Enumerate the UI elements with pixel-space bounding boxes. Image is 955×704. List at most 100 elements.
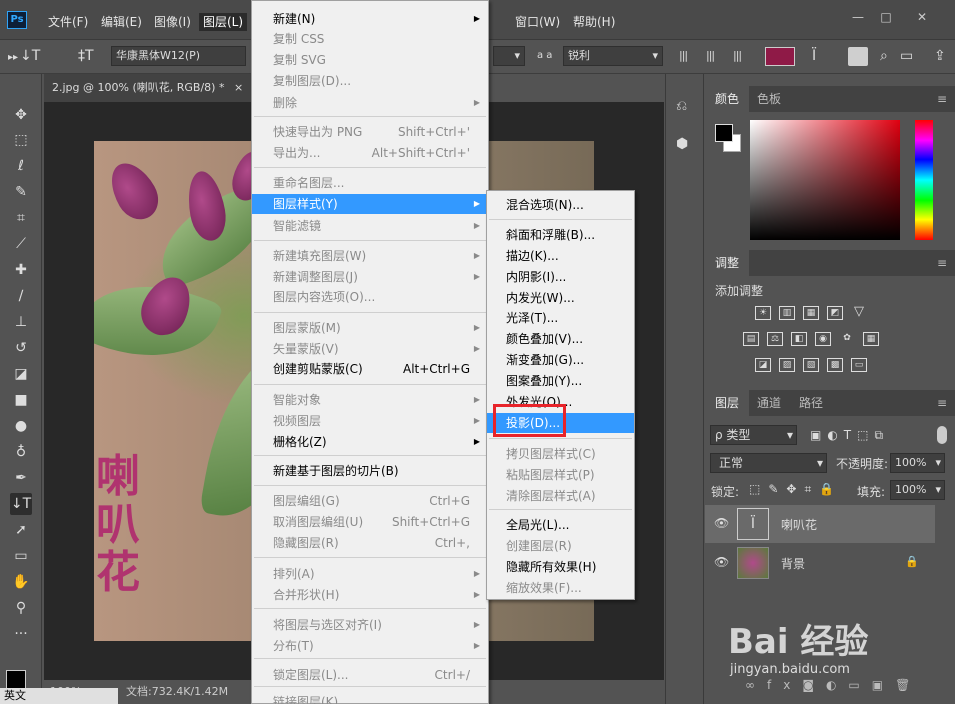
tab-color[interactable]: 颜色 (705, 86, 750, 112)
style-menu-item[interactable]: 创建图层(R) (487, 536, 634, 556)
path-select-tool-icon[interactable]: ➚ (10, 519, 32, 541)
tab-paths[interactable]: 路径 (789, 390, 833, 416)
crop-tool-icon[interactable]: ⌗ (10, 207, 32, 229)
style-menu-item[interactable]: 渐变叠加(G)... (487, 350, 634, 370)
color-lookup-icon[interactable]: ▦ (863, 332, 879, 346)
layer-menu-item[interactable]: 创建剪贴蒙版(C) Alt+Ctrl+G (252, 359, 488, 379)
style-menu-item[interactable]: 内发光(W)... (487, 288, 634, 308)
text-color-swatch[interactable] (765, 47, 795, 66)
color-spectrum[interactable] (750, 120, 900, 240)
stamp-tool-icon[interactable]: ⊥ (10, 311, 32, 333)
history-icon[interactable]: ⎌ (676, 98, 687, 114)
eye-icon[interactable]: 👁 (714, 555, 729, 569)
font-family-select[interactable]: 华康黑体W12(P) (111, 46, 246, 66)
layer-name[interactable]: 背景 (781, 555, 805, 572)
layer-menu-item[interactable]: 复制 CSS (252, 29, 488, 49)
fg-color-chip[interactable] (715, 124, 733, 142)
levels-icon[interactable]: ▥ (779, 306, 795, 320)
curves-icon[interactable]: ▦ (803, 306, 819, 320)
style-menu-item[interactable]: 清除图层样式(A) (487, 486, 634, 506)
layer-row-text[interactable]: 👁 Ϊ 喇叭花 (705, 505, 935, 543)
3d-cube-icon[interactable]: ⬢ (676, 136, 688, 152)
close-window-button[interactable]: ✕ (910, 8, 934, 26)
layer-menu-item[interactable]: 智能对象 ▶ (252, 390, 488, 410)
dodge-tool-icon[interactable]: ♁ (10, 441, 32, 463)
layer-menu-item[interactable]: 删除 ▶ (252, 93, 488, 113)
channel-mixer-icon[interactable]: ✿ (839, 332, 855, 346)
layer-menu-item[interactable]: 栅格化(Z) ▶ (252, 432, 488, 452)
invert-icon[interactable]: ◪ (755, 358, 771, 372)
text-orientation-icon[interactable]: ‡T (78, 48, 94, 64)
layer-menu-item[interactable]: 图层样式(Y) ▶ (252, 194, 488, 214)
layer-menu-item[interactable]: 复制图层(D)... (252, 71, 488, 91)
layer-menu-item[interactable]: 图层编组(G) Ctrl+G (252, 491, 488, 511)
quick-select-tool-icon[interactable]: ✎ (10, 181, 32, 203)
menu-file[interactable]: 文件(F) (44, 13, 92, 31)
layer-menu-item[interactable]: 复制 SVG (252, 50, 488, 70)
color-balance-icon[interactable]: ⚖ (767, 332, 783, 346)
style-menu-item[interactable]: 隐藏所有效果(H) (487, 557, 634, 577)
layer-menu-item[interactable]: 锁定图层(L)... Ctrl+/ (252, 665, 488, 685)
menu-image[interactable]: 图像(I) (150, 13, 195, 31)
brightness-icon[interactable]: ☀ (755, 306, 771, 320)
layer-menu-item[interactable]: 重命名图层... (252, 173, 488, 193)
layer-menu-item[interactable]: 新建(N) ▶ (252, 9, 488, 29)
layer-menu-item[interactable]: 隐藏图层(R) Ctrl+, (252, 533, 488, 553)
blur-tool-icon[interactable]: ● (10, 415, 32, 437)
style-menu-item[interactable]: 颜色叠加(V)... (487, 329, 634, 349)
text-tool-preset-icon[interactable]: ↓T (20, 48, 40, 64)
fill-input[interactable]: 100% ▾ (890, 480, 945, 500)
eraser-tool-icon[interactable]: ◪ (10, 363, 32, 385)
layer-menu-item[interactable]: 分布(T) ▶ (252, 636, 488, 656)
layer-row-background[interactable]: 👁 背景 🔒 (705, 544, 935, 582)
share-icon[interactable]: ⇪ (934, 48, 946, 64)
threshold-icon[interactable]: ▧ (803, 358, 819, 372)
layer-menu-item[interactable]: 新建调整图层(J) ▶ (252, 267, 488, 287)
menu-layer[interactable]: 图层(L) (199, 13, 248, 31)
style-menu-item[interactable]: 混合选项(N)... (487, 195, 634, 215)
layer-menu-item[interactable]: 导出为... Alt+Shift+Ctrl+' (252, 143, 488, 163)
style-menu-item[interactable]: 斜面和浮雕(B)... (487, 225, 634, 245)
hand-tool-icon[interactable]: ✋ (10, 571, 32, 593)
warp-text-icon[interactable]: Ϊ (812, 48, 816, 64)
layer-menu-item[interactable]: 矢量蒙版(V) ▶ (252, 339, 488, 359)
minimize-button[interactable]: — (846, 8, 870, 26)
align-right-icon[interactable]: ||| (733, 48, 742, 64)
marquee-tool-icon[interactable]: ⬚ (10, 129, 32, 151)
style-menu-item[interactable]: 内阴影(I)... (487, 267, 634, 287)
style-menu-item[interactable]: 光泽(T)... (487, 308, 634, 328)
style-menu-item[interactable]: 粘贴图层样式(P) (487, 465, 634, 485)
healing-tool-icon[interactable]: ✚ (10, 259, 32, 281)
menu-window[interactable]: 窗口(W) (511, 13, 564, 31)
style-menu-item[interactable]: 拷贝图层样式(C) (487, 444, 634, 464)
antialias-select[interactable]: 锐利 ▾ (563, 46, 663, 66)
layer-menu-item[interactable]: 链接图层(K) (252, 692, 488, 704)
font-size-select[interactable]: ▾ (493, 46, 525, 66)
document-tab[interactable]: 2.jpg @ 100% (喇叭花, RGB/8) * × (44, 74, 254, 102)
shape-tool-icon[interactable]: ▭ (10, 545, 32, 567)
layer-menu-item[interactable]: 快速导出为 PNG Shift+Ctrl+' (252, 122, 488, 142)
move-tool-icon[interactable]: ✥ (10, 104, 32, 126)
layer-menu-item[interactable]: 图层蒙版(M) ▶ (252, 318, 488, 338)
blend-mode-select[interactable]: 正常 ▾ (710, 453, 827, 473)
tab-adjustments[interactable]: 调整 (705, 250, 750, 276)
layer-name[interactable]: 喇叭花 (781, 516, 817, 533)
filter-toggle[interactable] (937, 426, 947, 444)
panel-menu-icon[interactable]: ≡ (937, 396, 947, 410)
tab-channels[interactable]: 通道 (747, 390, 791, 416)
layer-menu-item[interactable]: 将图层与选区对齐(I) ▶ (252, 615, 488, 635)
black-white-icon[interactable]: ◧ (791, 332, 807, 346)
layer-menu-item[interactable]: 视频图层 ▶ (252, 411, 488, 431)
ime-bar[interactable]: 英文 (0, 688, 118, 704)
menu-help[interactable]: 帮助(H) (569, 13, 619, 31)
style-menu-item[interactable]: 全局光(L)... (487, 515, 634, 535)
opacity-input[interactable]: 100% ▾ (890, 453, 945, 473)
layer-filter-select[interactable]: ρ 类型 ▾ (710, 425, 797, 445)
layer-menu-item[interactable]: 新建填充图层(W) ▶ (252, 246, 488, 266)
character-panel-icon[interactable] (848, 47, 868, 66)
history-brush-icon[interactable]: ↺ (10, 337, 32, 359)
gradient-map-icon[interactable]: ▭ (851, 358, 867, 372)
canvas-text-layer[interactable]: 喇叭花 (96, 453, 166, 597)
search-icon[interactable]: ⌕ (880, 48, 888, 64)
layer-menu-item[interactable]: 新建基于图层的切片(B) (252, 461, 488, 481)
